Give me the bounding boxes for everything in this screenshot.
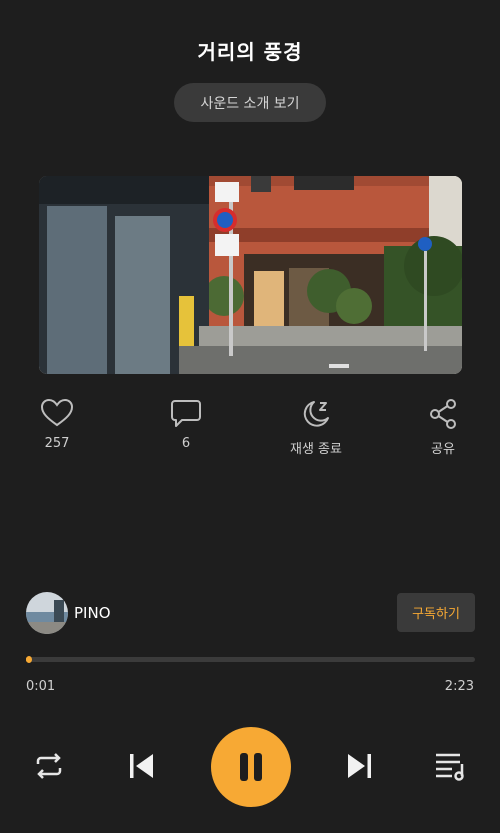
next-button[interactable]: [344, 751, 374, 785]
repeat-button[interactable]: [33, 750, 65, 786]
progress-bar[interactable]: [26, 656, 475, 663]
cover-image: [39, 176, 462, 374]
sleep-timer-label: 재생 종료: [290, 442, 342, 457]
comment-icon: [171, 400, 201, 427]
share-icon: [430, 399, 456, 429]
share-label: 공유: [431, 442, 455, 457]
comment-count: 6: [181, 436, 191, 451]
comment-button[interactable]: 6: [146, 398, 226, 451]
page-title: 거리의 풍경: [197, 40, 303, 64]
skip-previous-icon: [130, 754, 153, 778]
sleep-timer-button[interactable]: 재생 종료: [276, 398, 356, 457]
current-time: 0:01: [26, 679, 56, 694]
playlist-button[interactable]: [434, 750, 468, 786]
pause-button[interactable]: [211, 727, 291, 807]
repeat-icon: [36, 753, 62, 779]
previous-button[interactable]: [127, 751, 157, 785]
artist-name[interactable]: PINO: [74, 604, 111, 622]
sleep-timer-icon: [303, 401, 329, 427]
total-time: 2:23: [444, 679, 474, 694]
sound-intro-button[interactable]: 사운드 소개 보기: [174, 83, 326, 122]
share-button[interactable]: 공유: [403, 398, 483, 457]
skip-next-icon: [348, 754, 371, 778]
pause-icon: [240, 753, 262, 781]
subscribe-button[interactable]: 구독하기: [397, 593, 475, 632]
avatar[interactable]: [26, 592, 68, 634]
heart-icon: [40, 398, 74, 427]
like-count: 257: [44, 436, 70, 451]
progress-thumb[interactable]: [26, 656, 32, 663]
artist-info[interactable]: PINO: [26, 592, 111, 634]
action-bar: 257 6 재생 종료 공유: [0, 398, 500, 468]
playlist-icon: [436, 753, 464, 781]
like-button[interactable]: 257: [17, 398, 97, 451]
